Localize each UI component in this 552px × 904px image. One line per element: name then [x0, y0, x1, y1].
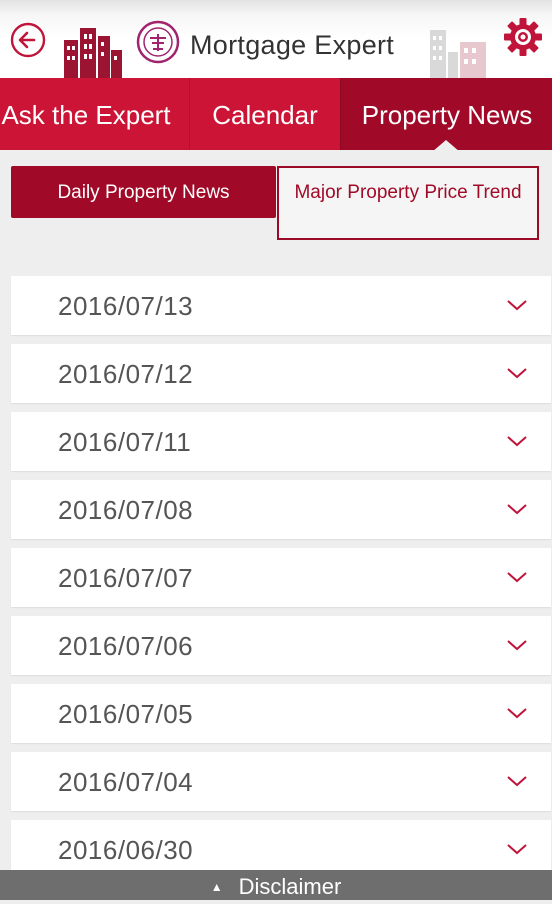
- list-item[interactable]: 2016/07/06: [11, 616, 551, 675]
- list-item[interactable]: 2016/07/05: [11, 684, 551, 743]
- date-label: 2016/07/11: [58, 427, 192, 457]
- chevron-down-icon: [507, 776, 527, 787]
- list-item[interactable]: 2016/07/07: [11, 548, 551, 607]
- list-item[interactable]: 2016/07/13: [11, 276, 551, 335]
- chevron-down-icon: [507, 436, 527, 447]
- list-item[interactable]: 2016/07/04: [11, 752, 551, 811]
- list-item[interactable]: 2016/07/11: [11, 412, 551, 471]
- date-label: 2016/07/06: [58, 631, 194, 661]
- list-item[interactable]: 2016/07/12: [11, 344, 551, 403]
- bank-seal-logo: [136, 20, 180, 64]
- date-label: 2016/07/12: [58, 359, 194, 389]
- chevron-down-icon: [507, 708, 527, 719]
- segment-major-property-price-trend[interactable]: Major Property Price Trend: [277, 166, 539, 240]
- disclaimer-bar[interactable]: ▲ Disclaimer: [0, 870, 552, 900]
- city-skyline-icon: [64, 28, 122, 78]
- date-label: 2016/07/04: [58, 767, 194, 797]
- date-label: 2016/07/13: [58, 291, 194, 321]
- date-label: 2016/07/07: [58, 563, 194, 593]
- chevron-down-icon: [507, 368, 527, 379]
- disclaimer-label: Disclaimer: [238, 874, 342, 899]
- active-tab-pointer: [432, 140, 460, 152]
- tab-calendar[interactable]: Calendar: [189, 78, 340, 150]
- chevron-down-icon: [507, 844, 527, 855]
- chevron-down-icon: [507, 572, 527, 583]
- chevron-down-icon: [507, 640, 527, 651]
- app-title: Mortgage Expert: [190, 30, 395, 60]
- faded-city-skyline-icon: [430, 30, 486, 78]
- app-header: Mortgage Expert: [0, 0, 552, 78]
- gear-icon[interactable]: [502, 16, 544, 58]
- chevron-down-icon: [507, 504, 527, 515]
- date-label: 2016/07/08: [58, 495, 194, 525]
- tab-ask-the-expert[interactable]: Ask the Expert: [0, 78, 186, 150]
- date-label: 2016/07/05: [58, 699, 194, 729]
- chevron-down-icon: [507, 300, 527, 311]
- back-arrow-icon[interactable]: [10, 22, 46, 58]
- caret-up-icon: ▲: [210, 880, 223, 894]
- list-item[interactable]: 2016/07/08: [11, 480, 551, 539]
- main-tab-bar: Ask the Expert Calendar Property News: [0, 78, 552, 150]
- segment-daily-property-news[interactable]: Daily Property News: [11, 166, 276, 218]
